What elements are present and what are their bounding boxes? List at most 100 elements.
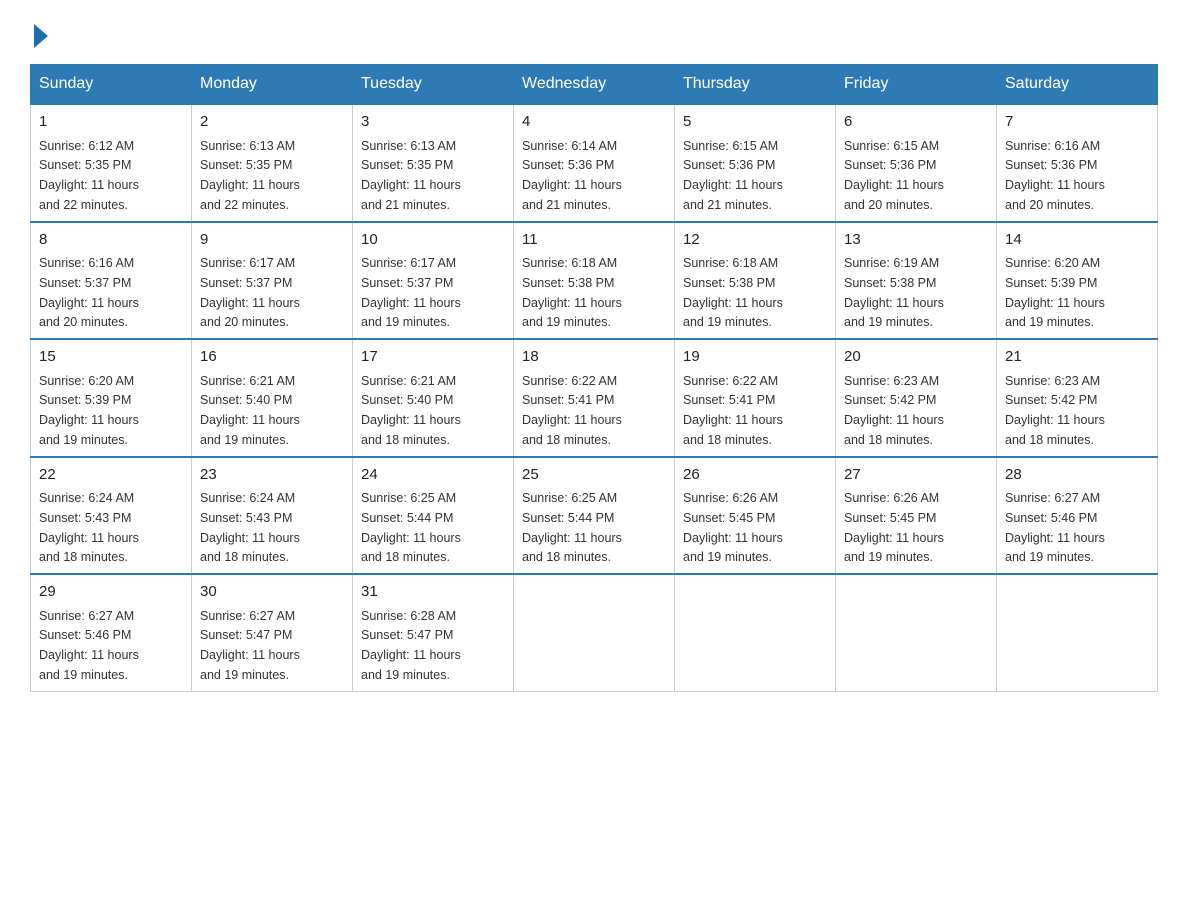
calendar-cell: 4 Sunrise: 6:14 AMSunset: 5:36 PMDayligh… [514,104,675,222]
day-number: 3 [361,111,505,134]
day-info: Sunrise: 6:27 AMSunset: 5:46 PMDaylight:… [1005,491,1105,564]
day-info: Sunrise: 6:25 AMSunset: 5:44 PMDaylight:… [522,491,622,564]
calendar-week-row: 1 Sunrise: 6:12 AMSunset: 5:35 PMDayligh… [31,104,1158,222]
calendar-cell: 24 Sunrise: 6:25 AMSunset: 5:44 PMDaylig… [353,457,514,575]
day-info: Sunrise: 6:22 AMSunset: 5:41 PMDaylight:… [522,374,622,447]
calendar-cell: 17 Sunrise: 6:21 AMSunset: 5:40 PMDaylig… [353,339,514,457]
day-info: Sunrise: 6:17 AMSunset: 5:37 PMDaylight:… [361,256,461,329]
day-number: 29 [39,581,183,604]
day-number: 7 [1005,111,1149,134]
day-number: 8 [39,229,183,252]
calendar-cell [675,574,836,691]
calendar-cell: 30 Sunrise: 6:27 AMSunset: 5:47 PMDaylig… [192,574,353,691]
day-number: 10 [361,229,505,252]
day-number: 17 [361,346,505,369]
day-number: 15 [39,346,183,369]
calendar-week-row: 29 Sunrise: 6:27 AMSunset: 5:46 PMDaylig… [31,574,1158,691]
day-number: 26 [683,464,827,487]
day-info: Sunrise: 6:20 AMSunset: 5:39 PMDaylight:… [39,374,139,447]
day-number: 1 [39,111,183,134]
day-number: 25 [522,464,666,487]
day-info: Sunrise: 6:23 AMSunset: 5:42 PMDaylight:… [844,374,944,447]
day-info: Sunrise: 6:19 AMSunset: 5:38 PMDaylight:… [844,256,944,329]
day-number: 11 [522,229,666,252]
calendar-cell: 10 Sunrise: 6:17 AMSunset: 5:37 PMDaylig… [353,222,514,340]
calendar-cell: 16 Sunrise: 6:21 AMSunset: 5:40 PMDaylig… [192,339,353,457]
day-number: 13 [844,229,988,252]
day-number: 4 [522,111,666,134]
day-number: 18 [522,346,666,369]
day-number: 9 [200,229,344,252]
day-number: 30 [200,581,344,604]
day-info: Sunrise: 6:15 AMSunset: 5:36 PMDaylight:… [683,139,783,212]
calendar-cell: 28 Sunrise: 6:27 AMSunset: 5:46 PMDaylig… [997,457,1158,575]
day-info: Sunrise: 6:22 AMSunset: 5:41 PMDaylight:… [683,374,783,447]
page-header [30,20,1158,44]
logo [30,20,48,44]
calendar-cell: 25 Sunrise: 6:25 AMSunset: 5:44 PMDaylig… [514,457,675,575]
day-number: 14 [1005,229,1149,252]
calendar-header-row: SundayMondayTuesdayWednesdayThursdayFrid… [31,65,1158,105]
column-header-tuesday: Tuesday [353,65,514,105]
calendar-cell: 19 Sunrise: 6:22 AMSunset: 5:41 PMDaylig… [675,339,836,457]
calendar-cell: 3 Sunrise: 6:13 AMSunset: 5:35 PMDayligh… [353,104,514,222]
calendar-cell: 7 Sunrise: 6:16 AMSunset: 5:36 PMDayligh… [997,104,1158,222]
day-info: Sunrise: 6:24 AMSunset: 5:43 PMDaylight:… [39,491,139,564]
day-info: Sunrise: 6:21 AMSunset: 5:40 PMDaylight:… [361,374,461,447]
day-number: 6 [844,111,988,134]
calendar-table: SundayMondayTuesdayWednesdayThursdayFrid… [30,64,1158,692]
calendar-cell: 26 Sunrise: 6:26 AMSunset: 5:45 PMDaylig… [675,457,836,575]
day-number: 16 [200,346,344,369]
column-header-thursday: Thursday [675,65,836,105]
calendar-cell: 18 Sunrise: 6:22 AMSunset: 5:41 PMDaylig… [514,339,675,457]
calendar-cell: 29 Sunrise: 6:27 AMSunset: 5:46 PMDaylig… [31,574,192,691]
day-number: 31 [361,581,505,604]
calendar-cell: 2 Sunrise: 6:13 AMSunset: 5:35 PMDayligh… [192,104,353,222]
day-number: 21 [1005,346,1149,369]
calendar-week-row: 15 Sunrise: 6:20 AMSunset: 5:39 PMDaylig… [31,339,1158,457]
day-info: Sunrise: 6:12 AMSunset: 5:35 PMDaylight:… [39,139,139,212]
calendar-cell: 14 Sunrise: 6:20 AMSunset: 5:39 PMDaylig… [997,222,1158,340]
day-info: Sunrise: 6:18 AMSunset: 5:38 PMDaylight:… [683,256,783,329]
column-header-saturday: Saturday [997,65,1158,105]
calendar-cell: 22 Sunrise: 6:24 AMSunset: 5:43 PMDaylig… [31,457,192,575]
day-number: 22 [39,464,183,487]
day-info: Sunrise: 6:28 AMSunset: 5:47 PMDaylight:… [361,609,461,682]
day-number: 19 [683,346,827,369]
calendar-cell: 20 Sunrise: 6:23 AMSunset: 5:42 PMDaylig… [836,339,997,457]
day-info: Sunrise: 6:23 AMSunset: 5:42 PMDaylight:… [1005,374,1105,447]
day-info: Sunrise: 6:18 AMSunset: 5:38 PMDaylight:… [522,256,622,329]
day-info: Sunrise: 6:26 AMSunset: 5:45 PMDaylight:… [844,491,944,564]
day-info: Sunrise: 6:27 AMSunset: 5:47 PMDaylight:… [200,609,300,682]
calendar-cell: 1 Sunrise: 6:12 AMSunset: 5:35 PMDayligh… [31,104,192,222]
calendar-cell: 5 Sunrise: 6:15 AMSunset: 5:36 PMDayligh… [675,104,836,222]
calendar-cell: 27 Sunrise: 6:26 AMSunset: 5:45 PMDaylig… [836,457,997,575]
day-info: Sunrise: 6:27 AMSunset: 5:46 PMDaylight:… [39,609,139,682]
calendar-cell: 23 Sunrise: 6:24 AMSunset: 5:43 PMDaylig… [192,457,353,575]
day-info: Sunrise: 6:17 AMSunset: 5:37 PMDaylight:… [200,256,300,329]
column-header-wednesday: Wednesday [514,65,675,105]
day-info: Sunrise: 6:26 AMSunset: 5:45 PMDaylight:… [683,491,783,564]
column-header-sunday: Sunday [31,65,192,105]
day-info: Sunrise: 6:16 AMSunset: 5:36 PMDaylight:… [1005,139,1105,212]
calendar-cell: 15 Sunrise: 6:20 AMSunset: 5:39 PMDaylig… [31,339,192,457]
day-info: Sunrise: 6:14 AMSunset: 5:36 PMDaylight:… [522,139,622,212]
calendar-cell: 21 Sunrise: 6:23 AMSunset: 5:42 PMDaylig… [997,339,1158,457]
calendar-week-row: 22 Sunrise: 6:24 AMSunset: 5:43 PMDaylig… [31,457,1158,575]
calendar-cell [997,574,1158,691]
calendar-cell: 12 Sunrise: 6:18 AMSunset: 5:38 PMDaylig… [675,222,836,340]
day-info: Sunrise: 6:20 AMSunset: 5:39 PMDaylight:… [1005,256,1105,329]
day-info: Sunrise: 6:25 AMSunset: 5:44 PMDaylight:… [361,491,461,564]
calendar-cell [514,574,675,691]
day-info: Sunrise: 6:16 AMSunset: 5:37 PMDaylight:… [39,256,139,329]
calendar-cell [836,574,997,691]
day-info: Sunrise: 6:21 AMSunset: 5:40 PMDaylight:… [200,374,300,447]
day-info: Sunrise: 6:24 AMSunset: 5:43 PMDaylight:… [200,491,300,564]
column-header-friday: Friday [836,65,997,105]
day-info: Sunrise: 6:13 AMSunset: 5:35 PMDaylight:… [200,139,300,212]
day-number: 12 [683,229,827,252]
calendar-cell: 6 Sunrise: 6:15 AMSunset: 5:36 PMDayligh… [836,104,997,222]
day-number: 5 [683,111,827,134]
calendar-cell: 8 Sunrise: 6:16 AMSunset: 5:37 PMDayligh… [31,222,192,340]
day-info: Sunrise: 6:13 AMSunset: 5:35 PMDaylight:… [361,139,461,212]
